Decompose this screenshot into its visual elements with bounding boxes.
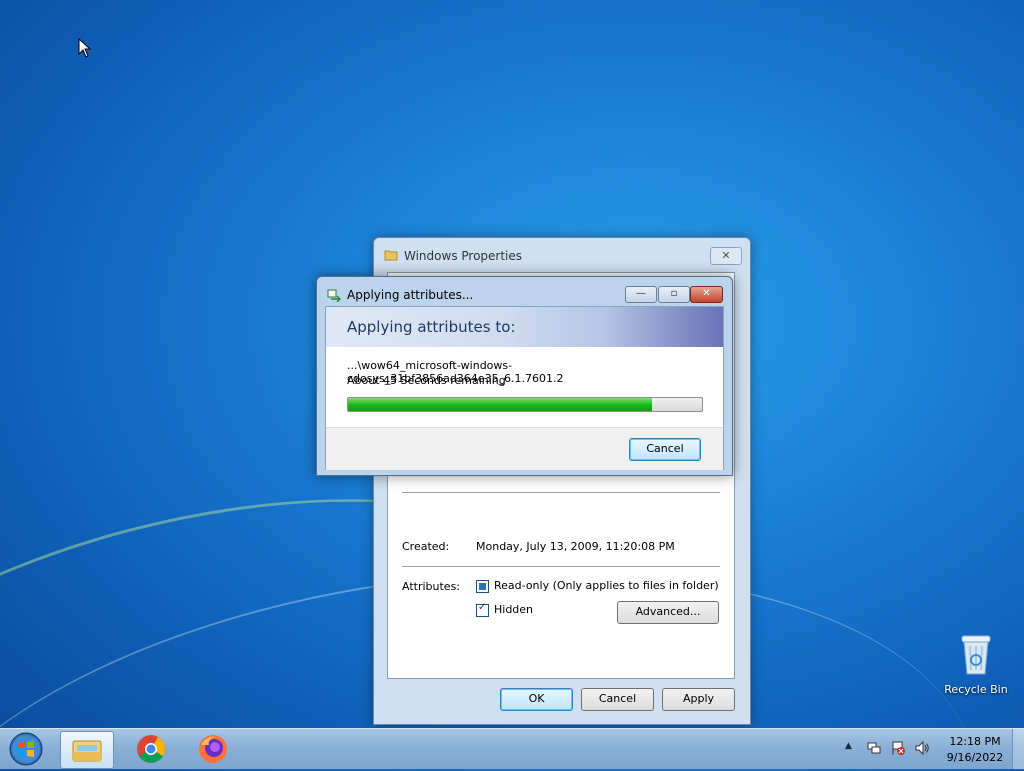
progress-bar — [347, 397, 703, 412]
time-remaining: About 45 Seconds remaining — [347, 374, 506, 387]
taskbar-firefox[interactable] — [187, 731, 239, 767]
recycle-bin-shortcut[interactable]: Recycle Bin — [940, 630, 1012, 696]
readonly-checkbox[interactable] — [476, 579, 489, 593]
show-desktop-button[interactable] — [1012, 729, 1024, 769]
advanced-button[interactable]: Advanced... — [617, 601, 719, 624]
recycle-bin-label: Recycle Bin — [944, 683, 1008, 696]
network-icon[interactable] — [866, 740, 882, 756]
created-label: Created: — [402, 540, 450, 553]
dialog-title: Applying attributes... — [347, 288, 474, 302]
ok-button[interactable]: OK — [500, 688, 573, 711]
system-clock[interactable]: 12:18 PM 9/16/2022 — [940, 734, 1010, 766]
folder-library-icon — [72, 740, 102, 762]
progress-bar-fill — [348, 398, 653, 411]
hidden-checkbox-row[interactable]: Hidden — [476, 602, 534, 617]
volume-icon[interactable] — [914, 740, 930, 756]
taskbar: ▲ 12:18 PM 9/16/2022 — [0, 728, 1024, 769]
dialog-banner: Applying attributes to: — [326, 307, 723, 347]
readonly-label: Read-only (Only applies to files in fold… — [494, 579, 719, 592]
folder-icon — [384, 250, 398, 261]
hidden-checkbox[interactable] — [476, 602, 489, 617]
dialog-footer: Cancel — [326, 427, 723, 470]
applying-attributes-dialog[interactable]: Applying attributes... — ▫ ✕ Applying at… — [316, 276, 733, 476]
divider — [402, 492, 720, 493]
divider — [402, 566, 720, 567]
taskbar-chrome[interactable] — [125, 731, 177, 767]
maximize-button[interactable]: ▫ — [658, 286, 690, 303]
action-center-flag-icon[interactable] — [890, 740, 906, 756]
close-button[interactable]: ✕ — [690, 286, 723, 303]
cursor-icon — [78, 38, 92, 58]
attributes-icon — [327, 289, 341, 302]
hidden-label: Hidden — [494, 603, 534, 616]
readonly-checkbox-row[interactable]: Read-only (Only applies to files in fold… — [476, 579, 719, 593]
taskbar-explorer[interactable] — [60, 731, 114, 769]
recycle-bin-icon — [961, 635, 991, 675]
cancel-button[interactable]: Cancel — [581, 688, 654, 711]
tray-chevron-icon[interactable]: ▲ — [845, 741, 852, 751]
properties-close-button[interactable]: ✕ — [710, 247, 742, 265]
clock-date: 9/16/2022 — [946, 751, 1004, 764]
dialog-heading: Applying attributes to: — [347, 318, 516, 336]
minimize-button[interactable]: — — [625, 286, 657, 303]
dialog-body: Applying attributes to: ...\wow64_micros… — [325, 306, 724, 470]
properties-title: Windows Properties — [404, 249, 523, 263]
apply-button[interactable]: Apply — [662, 688, 735, 711]
created-value: Monday, July 13, 2009, 11:20:08 PM — [476, 540, 675, 553]
clock-time: 12:18 PM — [949, 735, 1001, 748]
firefox-icon — [199, 735, 227, 763]
dialog-cancel-button[interactable]: Cancel — [629, 438, 701, 461]
start-button-icon[interactable] — [6, 731, 46, 767]
chrome-icon — [137, 735, 165, 763]
attributes-label: Attributes: — [402, 580, 461, 593]
